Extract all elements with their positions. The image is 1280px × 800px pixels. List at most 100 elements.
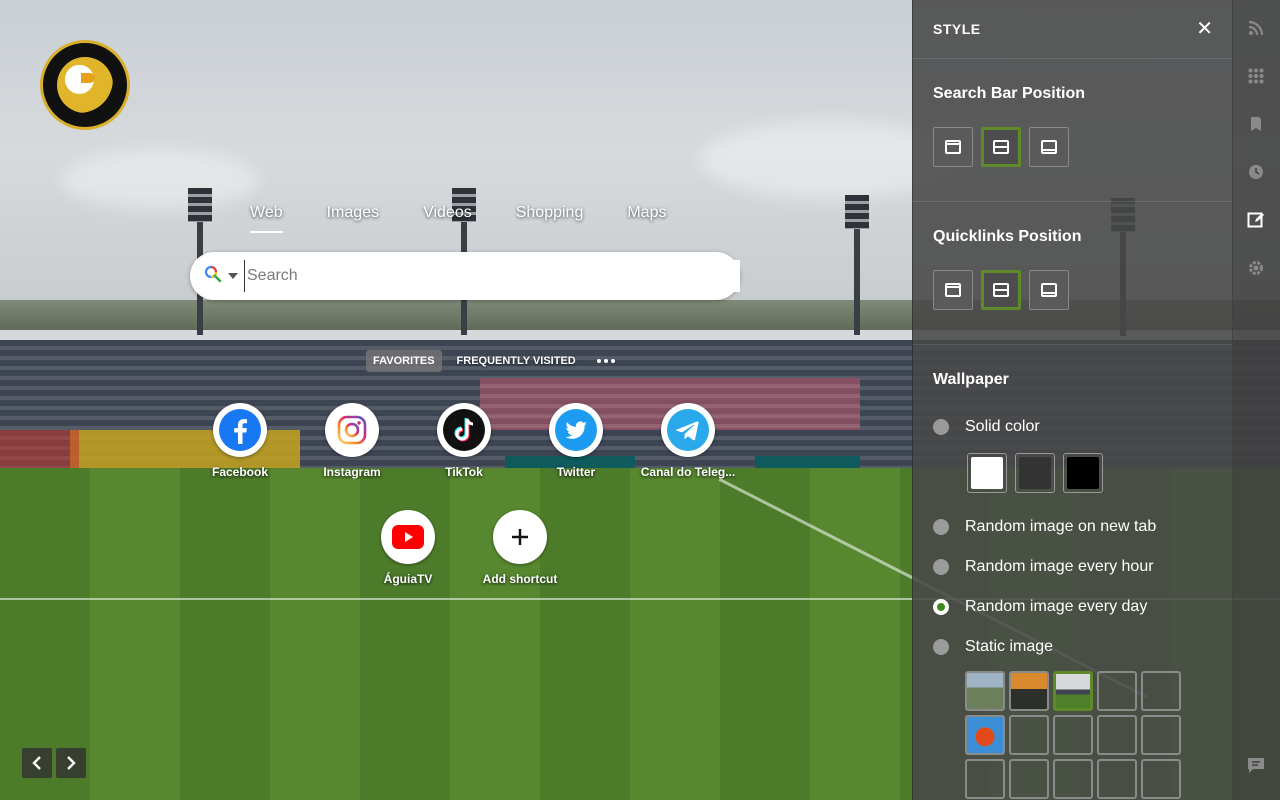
layout-middle-icon [993, 283, 1009, 297]
tab-shopping[interactable]: Shopping [506, 196, 594, 230]
wallpaper-thumbnail[interactable] [965, 715, 1005, 755]
previous-wallpaper-button[interactable] [22, 748, 52, 778]
wallpaper-thumbnail-empty[interactable] [1053, 759, 1093, 799]
facebook-icon [219, 409, 261, 451]
wallpaper-option-random-day[interactable]: Random image every day [933, 587, 1213, 627]
tab-web[interactable]: Web [240, 196, 293, 233]
quicklinks-position-top-button[interactable] [933, 270, 973, 310]
wallpaper-option-random-hour[interactable]: Random image every hour [933, 547, 1213, 587]
tiktok-icon [443, 409, 485, 451]
tab-images[interactable]: Images [317, 196, 389, 230]
quicklinks-position-section: Quicklinks Position [913, 202, 1233, 345]
wallpaper-thumbnail-empty[interactable] [1141, 715, 1181, 755]
quicklinks-tabs: FAVORITES FREQUENTLY VISITED [366, 350, 615, 372]
style-panel: STYLE ✕ Search Bar Position Quicklinks P… [912, 0, 1233, 800]
search-type-tabs: Web Images Videos Shopping Maps [240, 196, 700, 233]
wallpaper-section: Wallpaper Solid color Random image on ne… [913, 345, 1233, 799]
wallpaper-thumbnail-empty[interactable] [1053, 715, 1093, 755]
wallpaper-thumbnail-empty[interactable] [965, 759, 1005, 799]
more-options-icon[interactable] [596, 359, 615, 363]
chevron-left-icon [32, 756, 41, 770]
bookmark-icon[interactable] [1246, 114, 1266, 134]
option-label: Solid color [965, 418, 1040, 435]
shortcut-telegram[interactable]: Canal do Teleg... [638, 403, 738, 479]
option-label: Random image every day [965, 598, 1148, 615]
plus-icon [512, 529, 528, 545]
section-title: Wallpaper [933, 371, 1009, 388]
shortcut-label: Canal do Teleg... [640, 465, 736, 479]
add-shortcut-button[interactable]: Add shortcut [470, 510, 570, 586]
option-label: Random image every hour [965, 558, 1154, 575]
chevron-down-icon [228, 273, 238, 279]
radio-button[interactable] [933, 519, 949, 535]
wallpaper-option-solid-color[interactable]: Solid color [933, 407, 1213, 447]
wallpaper-thumbnail[interactable] [965, 671, 1005, 711]
shortcut-label: Instagram [323, 465, 381, 479]
wallpaper-thumbnail-empty[interactable] [1141, 759, 1181, 799]
twitter-icon [555, 409, 597, 451]
swatch-black[interactable] [1063, 453, 1103, 493]
quicklinks-position-middle-button[interactable] [981, 270, 1021, 310]
wallpaper-option-static-image[interactable]: Static image [933, 627, 1213, 667]
quicklinks-position-bottom-button[interactable] [1029, 270, 1069, 310]
swatch-dark-gray[interactable] [1015, 453, 1055, 493]
search-position-bottom-button[interactable] [1029, 127, 1069, 167]
wallpaper-thumbnail-selected[interactable] [1053, 671, 1093, 711]
option-label: Static image [965, 638, 1054, 655]
radio-button[interactable] [933, 419, 949, 435]
layout-top-icon [945, 140, 961, 154]
wallpaper-thumbnail[interactable] [1009, 671, 1049, 711]
wallpaper-thumbnail-empty[interactable] [1009, 715, 1049, 755]
wallpaper-option-random-new-tab[interactable]: Random image on new tab [933, 507, 1213, 547]
right-toolbar [1232, 0, 1280, 800]
apps-grid-icon[interactable] [1246, 66, 1266, 86]
wallpaper-nav [22, 748, 86, 778]
wallpaper-thumbnail-empty[interactable] [1097, 759, 1137, 799]
option-label: Random image on new tab [965, 518, 1157, 535]
tab-maps[interactable]: Maps [617, 196, 676, 230]
layout-bottom-icon [1041, 140, 1057, 154]
search-bar [190, 252, 740, 300]
shortcut-tiktok[interactable]: TikTok [414, 403, 514, 479]
shortcut-twitter[interactable]: Twitter [526, 403, 626, 479]
youtube-icon [392, 525, 424, 549]
close-icon[interactable]: ✕ [1196, 19, 1213, 39]
color-swatches [967, 453, 1213, 493]
search-position-middle-button[interactable] [981, 127, 1021, 167]
layout-middle-icon [993, 140, 1009, 154]
feedback-icon[interactable] [1246, 755, 1266, 775]
tab-videos[interactable]: Videos [413, 196, 482, 230]
shortcut-label: TikTok [445, 465, 483, 479]
radio-button-checked[interactable] [933, 599, 949, 615]
telegram-icon [667, 409, 709, 451]
panel-title: STYLE [933, 21, 981, 37]
wallpaper-thumbnail-empty[interactable] [1097, 671, 1137, 711]
chevron-right-icon [67, 756, 76, 770]
settings-gear-icon[interactable] [1246, 258, 1266, 278]
panel-header: STYLE ✕ [913, 0, 1233, 59]
layout-bottom-icon [1041, 283, 1057, 297]
shortcut-label: Twitter [556, 465, 596, 479]
history-icon[interactable] [1246, 162, 1266, 182]
shortcut-aguiatv[interactable]: ÁguiaTV [358, 510, 458, 586]
swatch-white[interactable] [967, 453, 1007, 493]
section-title: Quicklinks Position [933, 228, 1082, 245]
radio-button[interactable] [933, 639, 949, 655]
tab-favorites[interactable]: FAVORITES [366, 350, 442, 372]
tab-frequently-visited[interactable]: FREQUENTLY VISITED [450, 350, 583, 372]
shortcut-facebook[interactable]: Facebook [190, 403, 290, 479]
wallpaper-thumbnails [965, 671, 1213, 799]
next-wallpaper-button[interactable] [56, 748, 86, 778]
club-logo [40, 40, 130, 130]
search-position-top-button[interactable] [933, 127, 973, 167]
search-input[interactable] [244, 260, 740, 292]
wallpaper-thumbnail-empty[interactable] [1097, 715, 1137, 755]
wallpaper-thumbnail-empty[interactable] [1009, 759, 1049, 799]
style-edit-icon[interactable] [1246, 210, 1266, 230]
wallpaper-thumbnail-empty[interactable] [1141, 671, 1181, 711]
radio-button[interactable] [933, 559, 949, 575]
search-engine-selector[interactable] [204, 265, 244, 288]
rss-icon[interactable] [1246, 18, 1266, 38]
instagram-icon [337, 415, 367, 445]
shortcut-instagram[interactable]: Instagram [302, 403, 402, 479]
